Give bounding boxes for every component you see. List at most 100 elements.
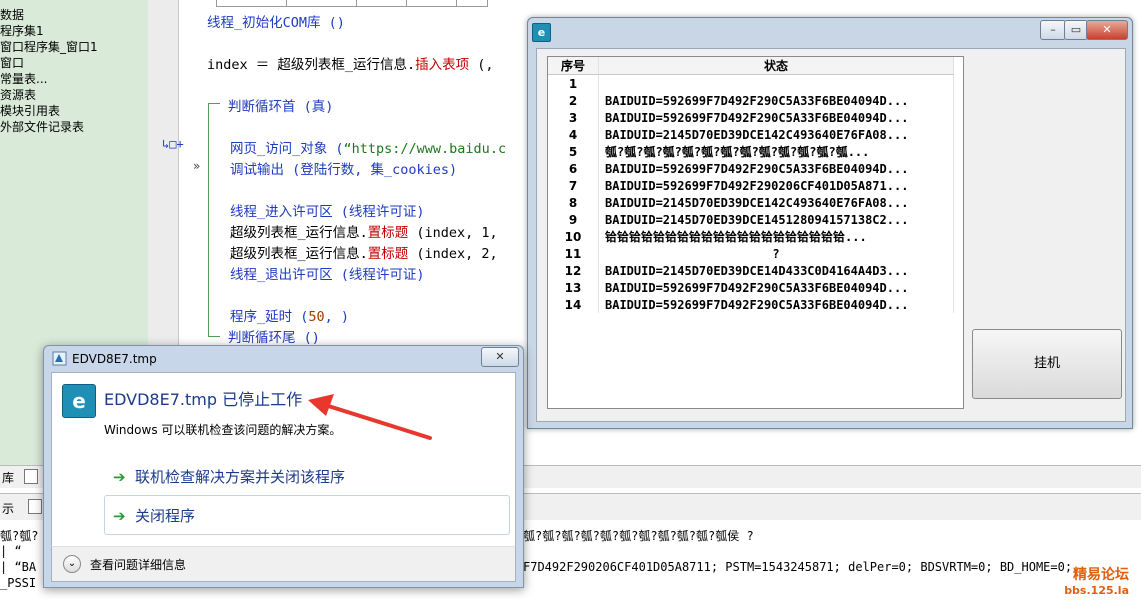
tree-item-program-set[interactable]: 程序集1: [0, 22, 44, 39]
code-token: 插入表项: [415, 57, 470, 73]
row-index: 7: [548, 177, 599, 194]
run-info-table: 序号 状态 1 2 BAIDUID=592699F7D492F290C5A33F6B…: [548, 57, 954, 313]
fold-marker-icon[interactable]: ↳□+: [162, 137, 184, 151]
code-line[interactable]: index ＝ 超级列表框_运行信息.插入表项 (,: [207, 53, 494, 73]
row-state: BAIDUID=592699F7D492F290C5A33F6BE04094D.…: [598, 296, 954, 313]
row-state: BAIDUID=592699F7D492F290C5A33F6BE04094D.…: [598, 160, 954, 177]
row-index: 5: [548, 143, 599, 160]
code-token: 置标题: [367, 246, 409, 262]
run-info-list[interactable]: 序号 状态 1 2 BAIDUID=592699F7D492F290C5A33F6B…: [547, 56, 964, 409]
row-state: BAIDUID=2145D70ED39DCE142C493640E76FA08.…: [598, 126, 954, 143]
tree-item-external-files[interactable]: 外部文件记录表: [0, 118, 84, 135]
code-token: 超级列表框_运行信息.: [230, 246, 368, 262]
output-line: 瓠?瓠?瓠?瓠?瓠?瓠?瓠?瓠?瓠?瓠?瓠侯 ?: [523, 529, 754, 543]
code-line[interactable]: 线程_初始化COM库 (): [207, 11, 345, 31]
table-body: 1 2 BAIDUID=592699F7D492F290C5A33F6BE04094…: [548, 74, 954, 313]
row-index: 8: [548, 194, 599, 211]
table-row[interactable]: 5 瓠?瓠?瓠?瓠?瓠?瓠?瓠?瓠?瓠?瓠?瓠?瓠?瓠...: [548, 143, 954, 160]
close-button[interactable]: ✕: [1086, 20, 1128, 40]
error-heading: EDVD8E7.tmp 已停止工作: [104, 390, 303, 409]
code-line[interactable]: 超级列表框_运行信息.置标题 (index, 2,: [230, 242, 498, 262]
tree-item-window[interactable]: 窗口: [0, 54, 24, 71]
code-line[interactable]: 程序_延时 (50, ): [230, 305, 349, 325]
table-row[interactable]: 14 BAIDUID=592699F7D492F290C5A33F6BE04094…: [548, 296, 954, 313]
code-line[interactable]: 调试输出 (登陆行数, 集_cookies): [230, 158, 457, 178]
app-client-area: 序号 状态 1 2 BAIDUID=592699F7D492F290C5A33F6B…: [536, 48, 1126, 422]
error-dialog-titlebar[interactable]: EDVD8E7.tmp ✕: [44, 346, 523, 372]
document-icon[interactable]: [24, 469, 38, 484]
table-row[interactable]: 9 BAIDUID=2145D70ED39DCE145128094157138C2…: [548, 211, 954, 228]
tree-item-module-refs[interactable]: 模块引用表: [0, 102, 60, 119]
option-label: 联机检查解决方案并关闭该程序: [135, 468, 346, 486]
row-state: 瓠?瓠?瓠?瓠?瓠?瓠?瓠?瓠?瓠?瓠?瓠?瓠?瓠...: [598, 143, 954, 160]
code-token: index ＝ 超级列表框_运行信息.: [207, 57, 416, 73]
code-token: 超级列表框_运行信息.: [230, 225, 368, 241]
code-line[interactable]: 超级列表框_运行信息.置标题 (index, 1,: [230, 221, 498, 241]
tab-library[interactable]: 库: [2, 469, 14, 486]
column-header-cell: [216, 0, 288, 7]
code-line[interactable]: 判断循环尾 (): [228, 326, 320, 346]
app-logo-icon: e: [532, 23, 551, 42]
check-online-and-close-option[interactable]: ➔ 联机检查解决方案并关闭该程序: [104, 456, 510, 496]
hang-button[interactable]: 挂机: [972, 329, 1122, 399]
tab-prompt[interactable]: 示: [2, 500, 14, 517]
loop-indicator-line: [208, 103, 220, 104]
close-program-option[interactable]: ➔ 关闭程序: [104, 495, 510, 535]
table-row[interactable]: 12 BAIDUID=2145D70ED39DCE14D433C0D4164A4D…: [548, 262, 954, 279]
minimize-button[interactable]: –: [1040, 20, 1066, 40]
tree-item-resources[interactable]: 资源表: [0, 86, 36, 103]
table-row[interactable]: 3 BAIDUID=592699F7D492F290C5A33F6BE04094D…: [548, 109, 954, 126]
output-line: 瓠?瓠?: [0, 529, 39, 543]
tree-item-constants[interactable]: 常量表...: [0, 70, 47, 87]
row-index: 12: [548, 262, 599, 279]
code-token: 置标题: [367, 225, 409, 241]
document-icon[interactable]: [28, 499, 42, 514]
chevron-down-icon[interactable]: ⌄: [63, 555, 81, 573]
row-index: 3: [548, 109, 599, 126]
row-index: 1: [548, 74, 599, 92]
row-index: 11: [548, 245, 599, 262]
view-details-link[interactable]: 查看问题详细信息: [90, 556, 186, 573]
table-row[interactable]: 2 BAIDUID=592699F7D492F290C5A33F6BE04094D…: [548, 92, 954, 109]
app-logo-icon: e: [62, 384, 96, 418]
row-state: BAIDUID=592699F7D492F290C5A33F6BE04094D.…: [598, 92, 954, 109]
table-row[interactable]: 11?: [548, 245, 954, 262]
tree-item-window-program-set[interactable]: 窗口程序集_窗口1: [0, 38, 98, 55]
row-index: 13: [548, 279, 599, 296]
row-state: [598, 74, 954, 92]
output-line: | “BA: [0, 560, 37, 574]
code-line[interactable]: 判断循环首 (真): [228, 95, 333, 115]
column-header-index[interactable]: 序号: [548, 57, 599, 75]
column-header-state[interactable]: 状态: [598, 57, 954, 75]
row-index: 6: [548, 160, 599, 177]
green-arrow-icon: ➔: [113, 468, 126, 486]
row-state: BAIDUID=592699F7D492F290C5A33F6BE04094D.…: [598, 109, 954, 126]
annotation-arrow-icon: [308, 394, 432, 440]
maximize-button[interactable]: ▭: [1064, 20, 1088, 40]
code-token: 50: [308, 309, 325, 325]
code-token: “https://www.baidu.c: [343, 141, 507, 157]
output-line: F7D492F290206CF401D05A8711; PSTM=1543245…: [523, 560, 1073, 574]
error-dialog: EDVD8E7.tmp ✕ e EDVD8E7.tmp 已停止工作 Window…: [43, 345, 524, 588]
row-index: 9: [548, 211, 599, 228]
code-token: (index, 1,: [408, 225, 498, 241]
table-row[interactable]: 1: [548, 74, 954, 92]
row-state: 铪铪铪铪铪铪铪铪铪铪铪铪铪铪铪铪铪铪铪铪...: [598, 228, 954, 245]
table-row[interactable]: 7 BAIDUID=592699F7D492F290206CF401D05A871…: [548, 177, 954, 194]
row-state: BAIDUID=2145D70ED39DCE142C493640E76FA08.…: [598, 194, 954, 211]
app-titlebar[interactable]: e – ▭ ✕: [528, 18, 1132, 48]
code-line[interactable]: 线程_进入许可区 (线程许可证): [230, 200, 425, 220]
tree-item-data[interactable]: 数据: [0, 6, 24, 23]
code-line[interactable]: 线程_退出许可区 (线程许可证): [230, 263, 425, 283]
table-row[interactable]: 10 铪铪铪铪铪铪铪铪铪铪铪铪铪铪铪铪铪铪铪铪...: [548, 228, 954, 245]
table-row[interactable]: 8 BAIDUID=2145D70ED39DCE142C493640E76FA08…: [548, 194, 954, 211]
error-dialog-close-button[interactable]: ✕: [481, 347, 519, 367]
row-index: 4: [548, 126, 599, 143]
column-header-cell: [356, 0, 408, 7]
output-line: _PSSI: [0, 576, 37, 590]
table-row[interactable]: 13 BAIDUID=592699F7D492F290C5A33F6BE04094…: [548, 279, 954, 296]
code-editor[interactable]: 线程_初始化COM库 () index ＝ 超级列表框_运行信息.插入表项 (,…: [180, 0, 560, 346]
table-row[interactable]: 6 BAIDUID=592699F7D492F290C5A33F6BE04094D…: [548, 160, 954, 177]
table-row[interactable]: 4 BAIDUID=2145D70ED39DCE142C493640E76FA08…: [548, 126, 954, 143]
code-line[interactable]: 网页_访问_对象 (“https://www.baidu.c: [230, 137, 506, 157]
